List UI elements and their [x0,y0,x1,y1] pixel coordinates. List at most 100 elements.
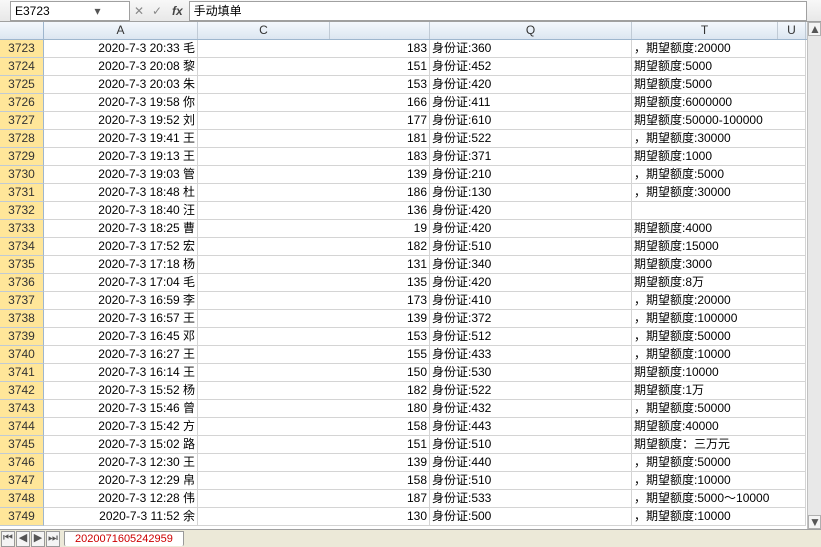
cell-phone[interactable]: 139 [198,166,430,184]
row-header[interactable]: 3739 [0,328,44,346]
cell-idcard[interactable]: 身份证:420 [430,76,632,94]
cell-date[interactable]: 2020-7-3 19:52 刘 [44,112,198,130]
cell-date[interactable]: 2020-7-3 12:28 伟 [44,490,198,508]
row-header[interactable]: 3724 [0,58,44,76]
row-header[interactable]: 3730 [0,166,44,184]
cell-amount[interactable]: 期望额度:5000 [632,58,806,76]
cell-amount[interactable]: ，期望额度:100000 [632,310,806,328]
cell-idcard[interactable]: 身份证:530 [430,364,632,382]
column-header-C[interactable]: C [198,22,330,39]
cell-amount[interactable]: 期望额度：三万元 [632,436,806,454]
cell-phone[interactable]: 182 [198,382,430,400]
row-header[interactable]: 3744 [0,418,44,436]
cell-date[interactable]: 2020-7-3 12:29 帛 [44,472,198,490]
cell-phone[interactable]: 166 [198,94,430,112]
cell-date[interactable]: 2020-7-3 16:57 王 [44,310,198,328]
cancel-icon[interactable]: ✕ [130,4,148,18]
row-header[interactable]: 3741 [0,364,44,382]
row-header[interactable]: 3736 [0,274,44,292]
cell-phone[interactable]: 130 [198,508,430,526]
cell-phone[interactable]: 153 [198,328,430,346]
cell-date[interactable]: 2020-7-3 19:58 你 [44,94,198,112]
cell-phone[interactable]: 139 [198,454,430,472]
cell-idcard[interactable]: 身份证:410 [430,292,632,310]
cell-amount[interactable]: ，期望额度:10000 [632,346,806,364]
cell-date[interactable]: 2020-7-3 17:18 杨 [44,256,198,274]
cell-amount[interactable]: 期望额度:50000-100000 [632,112,806,130]
cell-amount[interactable]: ，期望额度:50000 [632,454,806,472]
cell-amount[interactable]: ，期望额度:20000 [632,40,806,58]
cell-amount[interactable]: ，期望额度:5000～10000 [632,490,806,508]
cell-amount[interactable]: 期望额度:40000 [632,418,806,436]
column-header-Qpad[interactable] [330,22,430,39]
cell-phone[interactable]: 183 [198,148,430,166]
cell-phone[interactable]: 158 [198,418,430,436]
name-box-dropdown-icon[interactable]: ▾ [70,4,125,18]
cell-idcard[interactable]: 身份证:533 [430,490,632,508]
row-header[interactable]: 3737 [0,292,44,310]
row-header[interactable]: 3725 [0,76,44,94]
cell-idcard[interactable]: 身份证:443 [430,418,632,436]
cell-phone[interactable]: 182 [198,238,430,256]
cell-date[interactable]: 2020-7-3 17:52 宏 [44,238,198,256]
tab-nav-prev-icon[interactable]: ◀ [16,531,30,547]
cell-amount[interactable]: 期望额度:10000 [632,364,806,382]
row-header[interactable]: 3740 [0,346,44,364]
cell-amount[interactable]: 期望额度:3000 [632,256,806,274]
cell-amount[interactable]: ，期望额度:5000 [632,166,806,184]
cell-phone[interactable]: 151 [198,436,430,454]
cell-idcard[interactable]: 身份证:510 [430,472,632,490]
cell-amount[interactable]: ，期望额度:10000 [632,508,806,526]
row-header[interactable]: 3742 [0,382,44,400]
cell-idcard[interactable]: 身份证:411 [430,94,632,112]
row-header[interactable]: 3743 [0,400,44,418]
cell-idcard[interactable]: 身份证:340 [430,256,632,274]
cell-phone[interactable]: 151 [198,58,430,76]
cell-date[interactable]: 2020-7-3 16:45 邓 [44,328,198,346]
tab-nav-first-icon[interactable]: ⏮ [1,531,15,547]
row-header[interactable]: 3731 [0,184,44,202]
row-header[interactable]: 3726 [0,94,44,112]
cell-date[interactable]: 2020-7-3 18:25 曹 [44,220,198,238]
fx-icon[interactable]: fx [166,4,189,18]
confirm-icon[interactable]: ✓ [148,4,166,18]
cell-phone[interactable]: 187 [198,490,430,508]
scroll-down-icon[interactable]: ▼ [808,515,821,529]
cell-phone[interactable]: 136 [198,202,430,220]
tab-nav-last-icon[interactable]: ⏭ [46,531,60,547]
cell-idcard[interactable]: 身份证:372 [430,310,632,328]
row-header[interactable]: 3735 [0,256,44,274]
cell-date[interactable]: 2020-7-3 16:59 李 [44,292,198,310]
name-box[interactable]: E3723 ▾ [10,1,130,21]
cell-date[interactable]: 2020-7-3 18:48 杜 [44,184,198,202]
cell-phone[interactable]: 139 [198,310,430,328]
cell-amount[interactable]: ，期望额度:30000 [632,184,806,202]
cell-phone[interactable]: 180 [198,400,430,418]
cell-amount[interactable]: 期望额度:8万 [632,274,806,292]
cell-date[interactable]: 2020-7-3 18:40 汪 [44,202,198,220]
cell-idcard[interactable]: 身份证:433 [430,346,632,364]
row-header[interactable]: 3738 [0,310,44,328]
cell-idcard[interactable]: 身份证:452 [430,58,632,76]
cell-phone[interactable]: 131 [198,256,430,274]
cell-date[interactable]: 2020-7-3 17:04 毛 [44,274,198,292]
row-header[interactable]: 3728 [0,130,44,148]
cell-amount[interactable]: 期望额度:1万 [632,382,806,400]
cell-date[interactable]: 2020-7-3 16:27 王 [44,346,198,364]
cell-phone[interactable]: 183 [198,40,430,58]
scroll-up-icon[interactable]: ▲ [808,22,821,36]
cell-date[interactable]: 2020-7-3 11:52 余 [44,508,198,526]
cell-amount[interactable]: 期望额度:15000 [632,238,806,256]
row-header[interactable]: 3748 [0,490,44,508]
cell-date[interactable]: 2020-7-3 16:14 王 [44,364,198,382]
cell-phone[interactable]: 153 [198,76,430,94]
column-header-Q[interactable]: Q [430,22,632,39]
row-header[interactable]: 3733 [0,220,44,238]
cell-date[interactable]: 2020-7-3 15:52 杨 [44,382,198,400]
row-header[interactable]: 3723 [0,40,44,58]
cell-idcard[interactable]: 身份证:510 [430,238,632,256]
cell-idcard[interactable]: 身份证:510 [430,436,632,454]
tab-nav-next-icon[interactable]: ▶ [31,531,45,547]
cell-date[interactable]: 2020-7-3 20:33 毛 [44,40,198,58]
cell-date[interactable]: 2020-7-3 19:13 王 [44,148,198,166]
